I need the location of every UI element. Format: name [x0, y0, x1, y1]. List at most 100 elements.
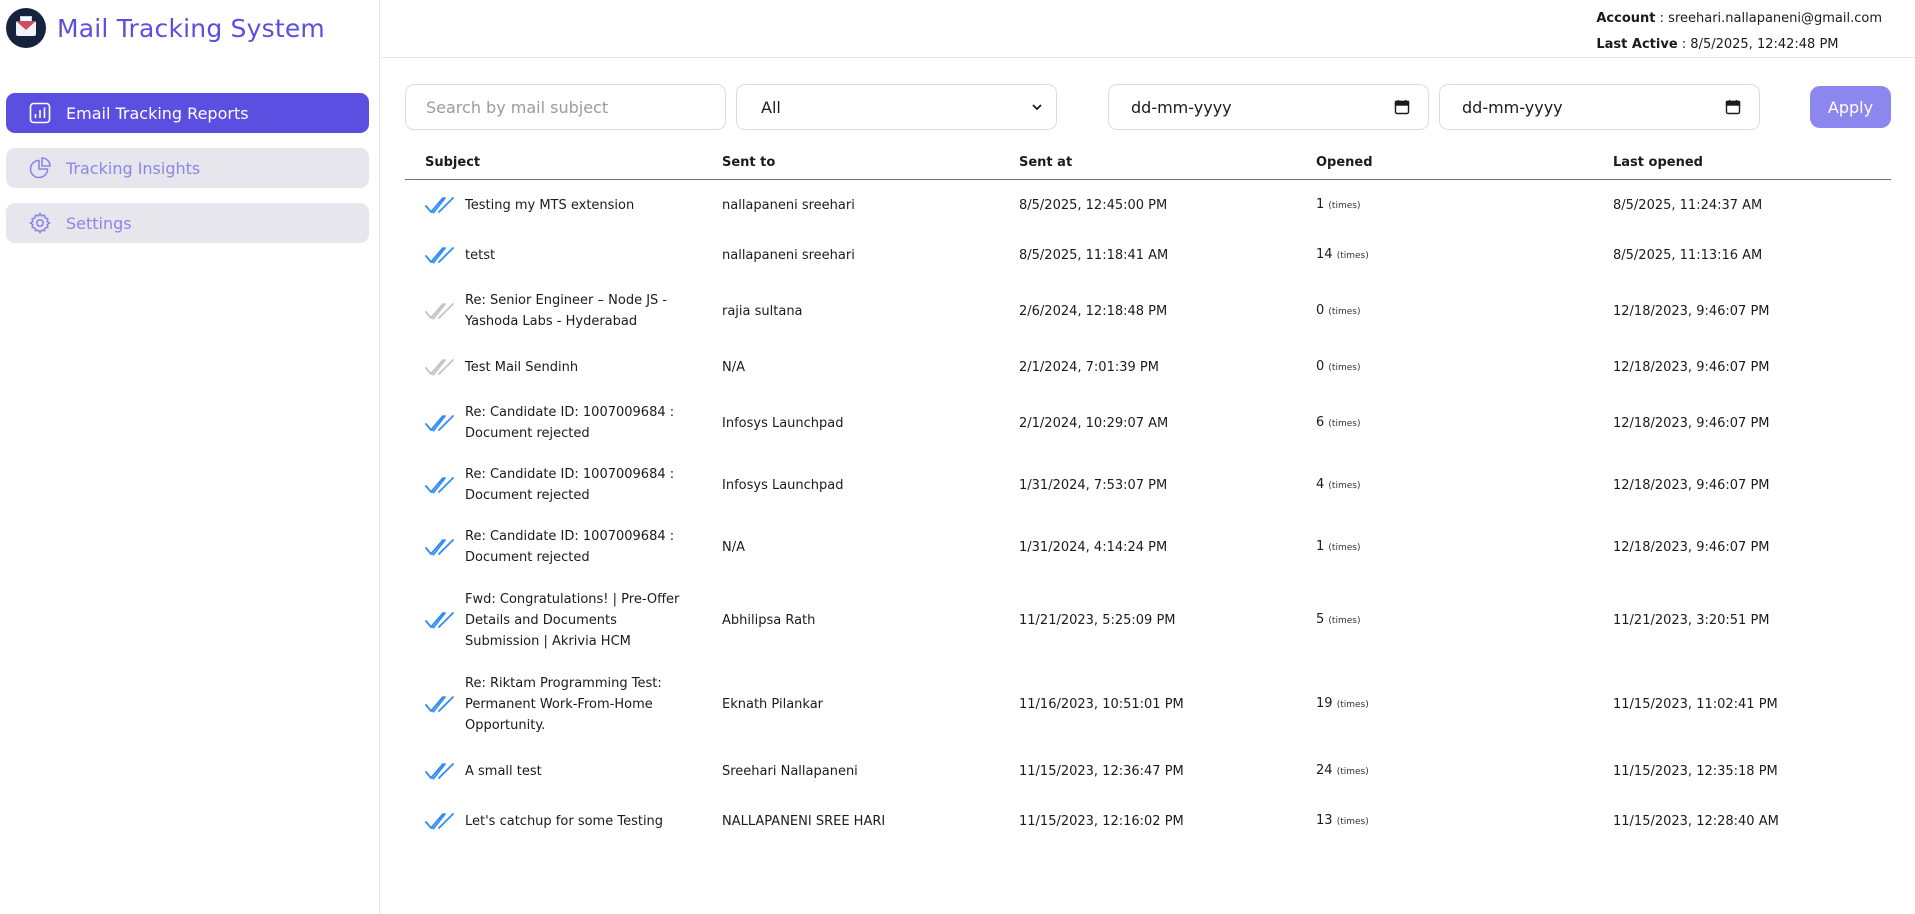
opened-count: 0 — [1316, 302, 1325, 318]
cell-sent-at: 11/16/2023, 10:51:01 PM — [1019, 696, 1184, 712]
account-label: Account — [1596, 11, 1656, 26]
opened-count: 24 — [1316, 762, 1333, 778]
subject-text: tetst — [465, 247, 496, 263]
column-header-subject: Subject — [425, 155, 481, 170]
cell-sent-at: 11/15/2023, 12:16:02 PM — [1019, 813, 1184, 829]
last-active-line: Last Active : 8/5/2025, 12:42:48 PM — [1596, 37, 1839, 52]
double-check-icon — [425, 696, 454, 713]
account-line: Account : sreehari.nallapaneni@gmail.com — [1596, 11, 1882, 26]
date-to-input[interactable]: dd-mm-yyyy — [1439, 84, 1760, 130]
sidebar-item-tracking-insights[interactable]: Tracking Insights — [6, 148, 369, 188]
cell-sent-to: rajia sultana — [722, 303, 803, 319]
column-header-sent-to: Sent to — [722, 155, 776, 170]
table-row[interactable]: Test Mail Sendinh N/A 2/1/2024, 7:01:39 PM… — [405, 342, 1891, 392]
cell-sent-to: Eknath Pilankar — [722, 696, 824, 712]
email-tracking-table: Subject Sent to Sent at Opened Last open… — [405, 155, 1891, 846]
cell-subject: A small test — [405, 761, 702, 782]
opened-count: 1 — [1316, 196, 1325, 212]
table-row[interactable]: tetst nallapaneni sreehari 8/5/2025, 11:18… — [405, 230, 1891, 280]
times-label: (times) — [1328, 200, 1361, 211]
column-header-opened: Opened — [1316, 155, 1373, 170]
search-input[interactable] — [405, 84, 726, 130]
cell-subject: Re: Candidate ID: 1007009684 : Document … — [405, 402, 702, 444]
times-label: (times) — [1328, 542, 1361, 553]
gear-icon — [28, 211, 52, 235]
cell-last-opened: 11/15/2023, 12:35:18 PM — [1613, 763, 1778, 779]
double-check-icon — [425, 415, 454, 432]
cell-opened: 0 (times) — [1296, 356, 1593, 379]
cell-subject: Testing my MTS extension — [405, 195, 702, 216]
times-label: (times) — [1336, 766, 1369, 777]
cell-last-opened: 12/18/2023, 9:46:07 PM — [1613, 359, 1770, 375]
chevron-down-icon — [1032, 104, 1042, 111]
date-from-placeholder: dd-mm-yyyy — [1131, 97, 1232, 117]
header: Account : sreehari.nallapaneni@gmail.com… — [381, 0, 1915, 58]
cell-sent-at: 8/5/2025, 12:45:00 PM — [1019, 197, 1168, 213]
cell-last-opened: 8/5/2025, 11:13:16 AM — [1613, 247, 1763, 263]
times-label: (times) — [1328, 615, 1361, 626]
calendar-icon[interactable] — [1725, 99, 1741, 115]
subject-text: Testing my MTS extension — [465, 197, 635, 213]
last-active-label: Last Active — [1596, 37, 1678, 52]
cell-sent-to: NALLAPANENI SREE HARI — [722, 813, 886, 829]
cell-opened: 19 (times) — [1296, 693, 1593, 716]
table-row[interactable]: Re: Candidate ID: 1007009684 : Document … — [405, 454, 1891, 516]
subject-text: Re: Candidate ID: 1007009684 : Document … — [465, 467, 675, 503]
app-title: Mail Tracking System — [57, 13, 325, 43]
table-row[interactable]: A small test Sreehari Nallapaneni 11/15/20… — [405, 746, 1891, 796]
status-select[interactable]: All — [736, 84, 1057, 130]
subject-text: Fwd: Congratulations! | Pre-Offer Detail… — [465, 591, 680, 649]
column-header-sent-at: Sent at — [1019, 155, 1073, 170]
double-check-icon — [425, 247, 454, 264]
opened-count: 4 — [1316, 476, 1325, 492]
cell-subject: Let's catchup for some Testing — [405, 811, 702, 832]
table-body: Testing my MTS extension nallapaneni sree… — [405, 180, 1891, 846]
double-check-icon — [425, 477, 454, 494]
cell-opened: 13 (times) — [1296, 810, 1593, 833]
cell-last-opened: 12/18/2023, 9:46:07 PM — [1613, 415, 1770, 431]
subject-text: Test Mail Sendinh — [465, 359, 579, 375]
cell-sent-to: N/A — [722, 539, 745, 555]
cell-subject: Re: Riktam Programming Test: Permanent W… — [405, 673, 702, 736]
times-label: (times) — [1328, 418, 1361, 429]
apply-button[interactable]: Apply — [1810, 86, 1891, 128]
times-label: (times) — [1336, 250, 1369, 261]
cell-opened: 24 (times) — [1296, 760, 1593, 783]
cell-opened: 0 (times) — [1296, 300, 1593, 323]
sidebar-item-label: Tracking Insights — [66, 158, 201, 178]
sidebar-item-email-tracking-reports[interactable]: Email Tracking Reports — [6, 93, 369, 133]
filter-bar: All dd-mm-yyyy dd-mm-yyyy Apply — [405, 84, 1891, 130]
cell-last-opened: 8/5/2025, 11:24:37 AM — [1613, 197, 1763, 213]
sidebar-item-settings[interactable]: Settings — [6, 203, 369, 243]
brand[interactable]: Mail Tracking System — [6, 8, 325, 48]
table-row[interactable]: Let's catchup for some Testing NALLAPANEN… — [405, 796, 1891, 846]
table-row[interactable]: Fwd: Congratulations! | Pre-Offer Detail… — [405, 578, 1891, 662]
sidebar-item-label: Settings — [66, 213, 132, 233]
cell-opened: 6 (times) — [1296, 412, 1593, 435]
times-label: (times) — [1336, 699, 1369, 710]
sidebar: Mail Tracking System Email Tracking Repo… — [0, 0, 380, 914]
double-check-icon — [425, 197, 454, 214]
opened-count: 0 — [1316, 358, 1325, 374]
subject-text: Re: Candidate ID: 1007009684 : Document … — [465, 529, 675, 565]
cell-sent-to: N/A — [722, 359, 745, 375]
cell-subject: Re: Candidate ID: 1007009684 : Document … — [405, 464, 702, 506]
table-row[interactable]: Re: Riktam Programming Test: Permanent W… — [405, 662, 1891, 746]
date-from-input[interactable]: dd-mm-yyyy — [1108, 84, 1429, 130]
cell-sent-at: 1/31/2024, 4:14:24 PM — [1019, 539, 1168, 555]
table-row[interactable]: Re: Senior Engineer – Node JS - Yashoda … — [405, 280, 1891, 342]
cell-sent-at: 1/31/2024, 7:53:07 PM — [1019, 477, 1168, 493]
table-row[interactable]: Re: Candidate ID: 1007009684 : Document … — [405, 516, 1891, 578]
table-row[interactable]: Re: Candidate ID: 1007009684 : Document … — [405, 392, 1891, 454]
table-row[interactable]: Testing my MTS extension nallapaneni sree… — [405, 180, 1891, 230]
cell-subject: Re: Candidate ID: 1007009684 : Document … — [405, 526, 702, 568]
calendar-icon[interactable] — [1394, 99, 1410, 115]
opened-count: 13 — [1316, 812, 1333, 828]
last-active-value: 8/5/2025, 12:42:48 PM — [1690, 37, 1839, 52]
subject-text: Let's catchup for some Testing — [465, 813, 664, 829]
status-select-value: All — [761, 97, 781, 117]
cell-subject: Test Mail Sendinh — [405, 357, 702, 378]
double-check-icon — [425, 359, 454, 376]
times-label: (times) — [1336, 816, 1369, 827]
cell-last-opened: 12/18/2023, 9:46:07 PM — [1613, 539, 1770, 555]
